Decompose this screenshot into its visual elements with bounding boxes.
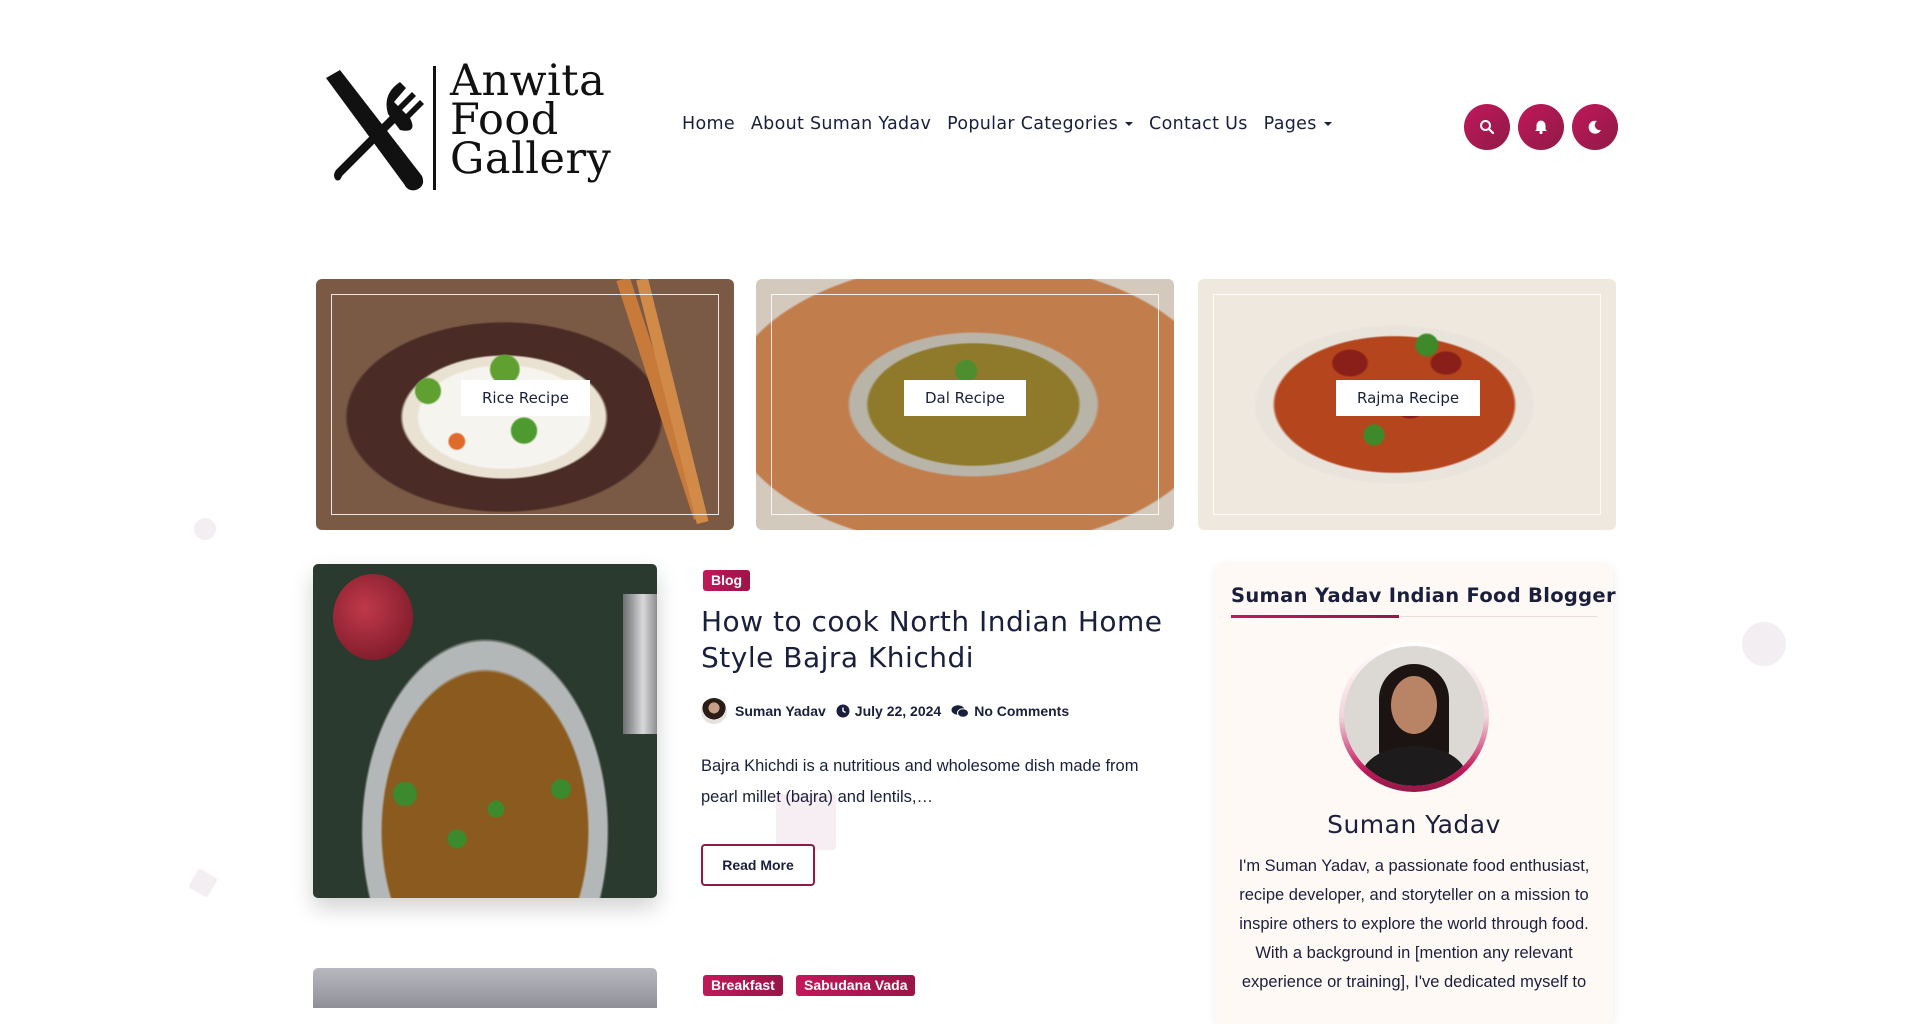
onion-image <box>333 574 413 660</box>
logo-divider <box>433 66 436 190</box>
post-featured-image[interactable] <box>313 968 657 1008</box>
author-bio: I'm Suman Yadav, a passionate food enthu… <box>1238 857 1590 991</box>
decorative-bubble <box>1742 622 1786 666</box>
search-button[interactable] <box>1464 104 1510 150</box>
post-author[interactable]: Suman Yadav <box>735 703 826 719</box>
logo-line: Gallery <box>450 134 612 184</box>
search-icon <box>1480 120 1495 135</box>
post-featured-image[interactable] <box>313 564 657 898</box>
profile-photo <box>1344 646 1484 786</box>
decorative-bubble <box>194 518 216 540</box>
profile-shoulders <box>1362 746 1466 786</box>
khichdi-garnish <box>353 764 613 864</box>
post-date[interactable]: July 22, 2024 <box>855 703 941 719</box>
chevron-down-icon <box>1125 122 1134 126</box>
post-title[interactable]: How to cook North Indian Home Style Bajr… <box>701 604 1171 676</box>
post-category-tag[interactable]: Blog <box>703 570 751 591</box>
clock-icon <box>836 704 850 718</box>
site-title: Anwita Food Gallery <box>450 60 612 184</box>
post-comments-link[interactable]: No Comments <box>974 703 1069 719</box>
nav-popular-categories-label: Popular Categories <box>947 114 1119 134</box>
nav-contact[interactable]: Contact Us <box>1149 114 1248 134</box>
main-nav: Home About Suman Yadav Popular Categorie… <box>682 114 1332 134</box>
decorative-bubble <box>187 867 219 899</box>
category-label-rajma[interactable]: Rajma Recipe <box>1336 380 1481 416</box>
post-excerpt: Bajra Khichdi is a nutritious and wholes… <box>701 757 1139 806</box>
glass-image <box>623 594 657 734</box>
nav-pages[interactable]: Pages <box>1264 114 1332 134</box>
profile-photo-ring <box>1339 642 1489 792</box>
read-more-button[interactable]: Read More <box>701 844 815 886</box>
author-avatar <box>701 698 727 724</box>
comments-icon <box>951 705 970 718</box>
nav-popular-categories[interactable]: Popular Categories <box>947 114 1134 134</box>
dark-mode-toggle[interactable] <box>1572 104 1618 150</box>
author-widget: Suman Yadav Indian Food Blogger Suman Ya… <box>1215 564 1616 1024</box>
post-meta: Suman Yadav July 22, 2024 No Comments <box>701 698 1069 724</box>
category-label-rice[interactable]: Rice Recipe <box>461 380 590 416</box>
nav-pages-label: Pages <box>1263 114 1317 134</box>
widget-divider-accent <box>1231 615 1399 618</box>
widget-title: Suman Yadav Indian Food Blogger <box>1231 584 1616 607</box>
author-name: Suman Yadav <box>1327 810 1501 839</box>
nav-home[interactable]: Home <box>682 114 735 134</box>
chevron-down-icon <box>1323 122 1332 126</box>
profile-face <box>1391 676 1437 734</box>
category-label-dal[interactable]: Dal Recipe <box>904 380 1026 416</box>
moon-icon <box>1588 120 1601 134</box>
notifications-button[interactable] <box>1518 104 1564 150</box>
bell-icon <box>1535 120 1547 135</box>
nav-about[interactable]: About Suman Yadav <box>751 114 931 134</box>
